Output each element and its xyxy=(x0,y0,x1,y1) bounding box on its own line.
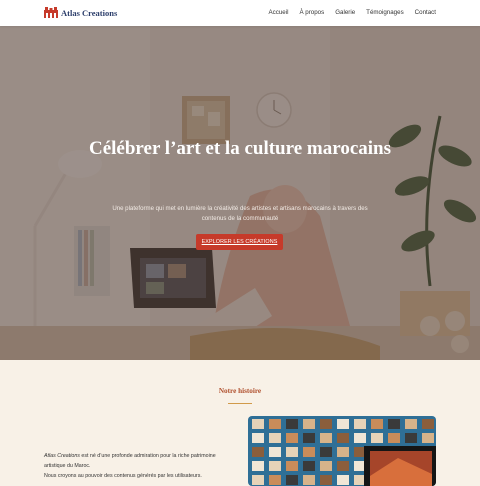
story-title: Notre histoire xyxy=(218,387,262,395)
story-brand: Atlas Creations xyxy=(44,453,80,459)
nav-a-propos[interactable]: À propos xyxy=(299,9,324,16)
main-nav: Accueil À propos Galerie Témoignages Con… xyxy=(269,9,437,16)
hero-subtitle: Une plateforme qui met en lumière la cré… xyxy=(112,205,368,222)
story-paragraph: Atlas Creations est né d’une profonde ad… xyxy=(44,451,234,471)
nav-galerie[interactable]: Galerie xyxy=(335,9,355,16)
story-text: Atlas Creations est né d’une profonde ad… xyxy=(44,451,234,481)
building-icon xyxy=(44,7,58,18)
brand-name: Atlas Creations xyxy=(61,7,118,18)
nav-temoignages[interactable]: Témoignages xyxy=(366,9,404,16)
hero-title: Célébrer l’art et la culture marocains xyxy=(89,138,391,159)
nav-accueil[interactable]: Accueil xyxy=(269,9,289,16)
gallery-wall-image xyxy=(248,416,436,486)
nav-contact[interactable]: Contact xyxy=(415,9,436,16)
site-header: Atlas Creations Accueil À propos Galerie… xyxy=(0,0,480,26)
title-divider xyxy=(228,403,252,404)
hero-section: Célébrer l’art et la culture marocains U… xyxy=(0,26,480,360)
story-section: Notre histoire Atlas Creations est né d’… xyxy=(0,360,480,486)
hero-overlay xyxy=(0,26,480,360)
brand-logo[interactable]: Atlas Creations xyxy=(44,7,117,18)
explore-creations-button[interactable]: EXPLORER LES CRÉATIONS xyxy=(196,234,283,250)
